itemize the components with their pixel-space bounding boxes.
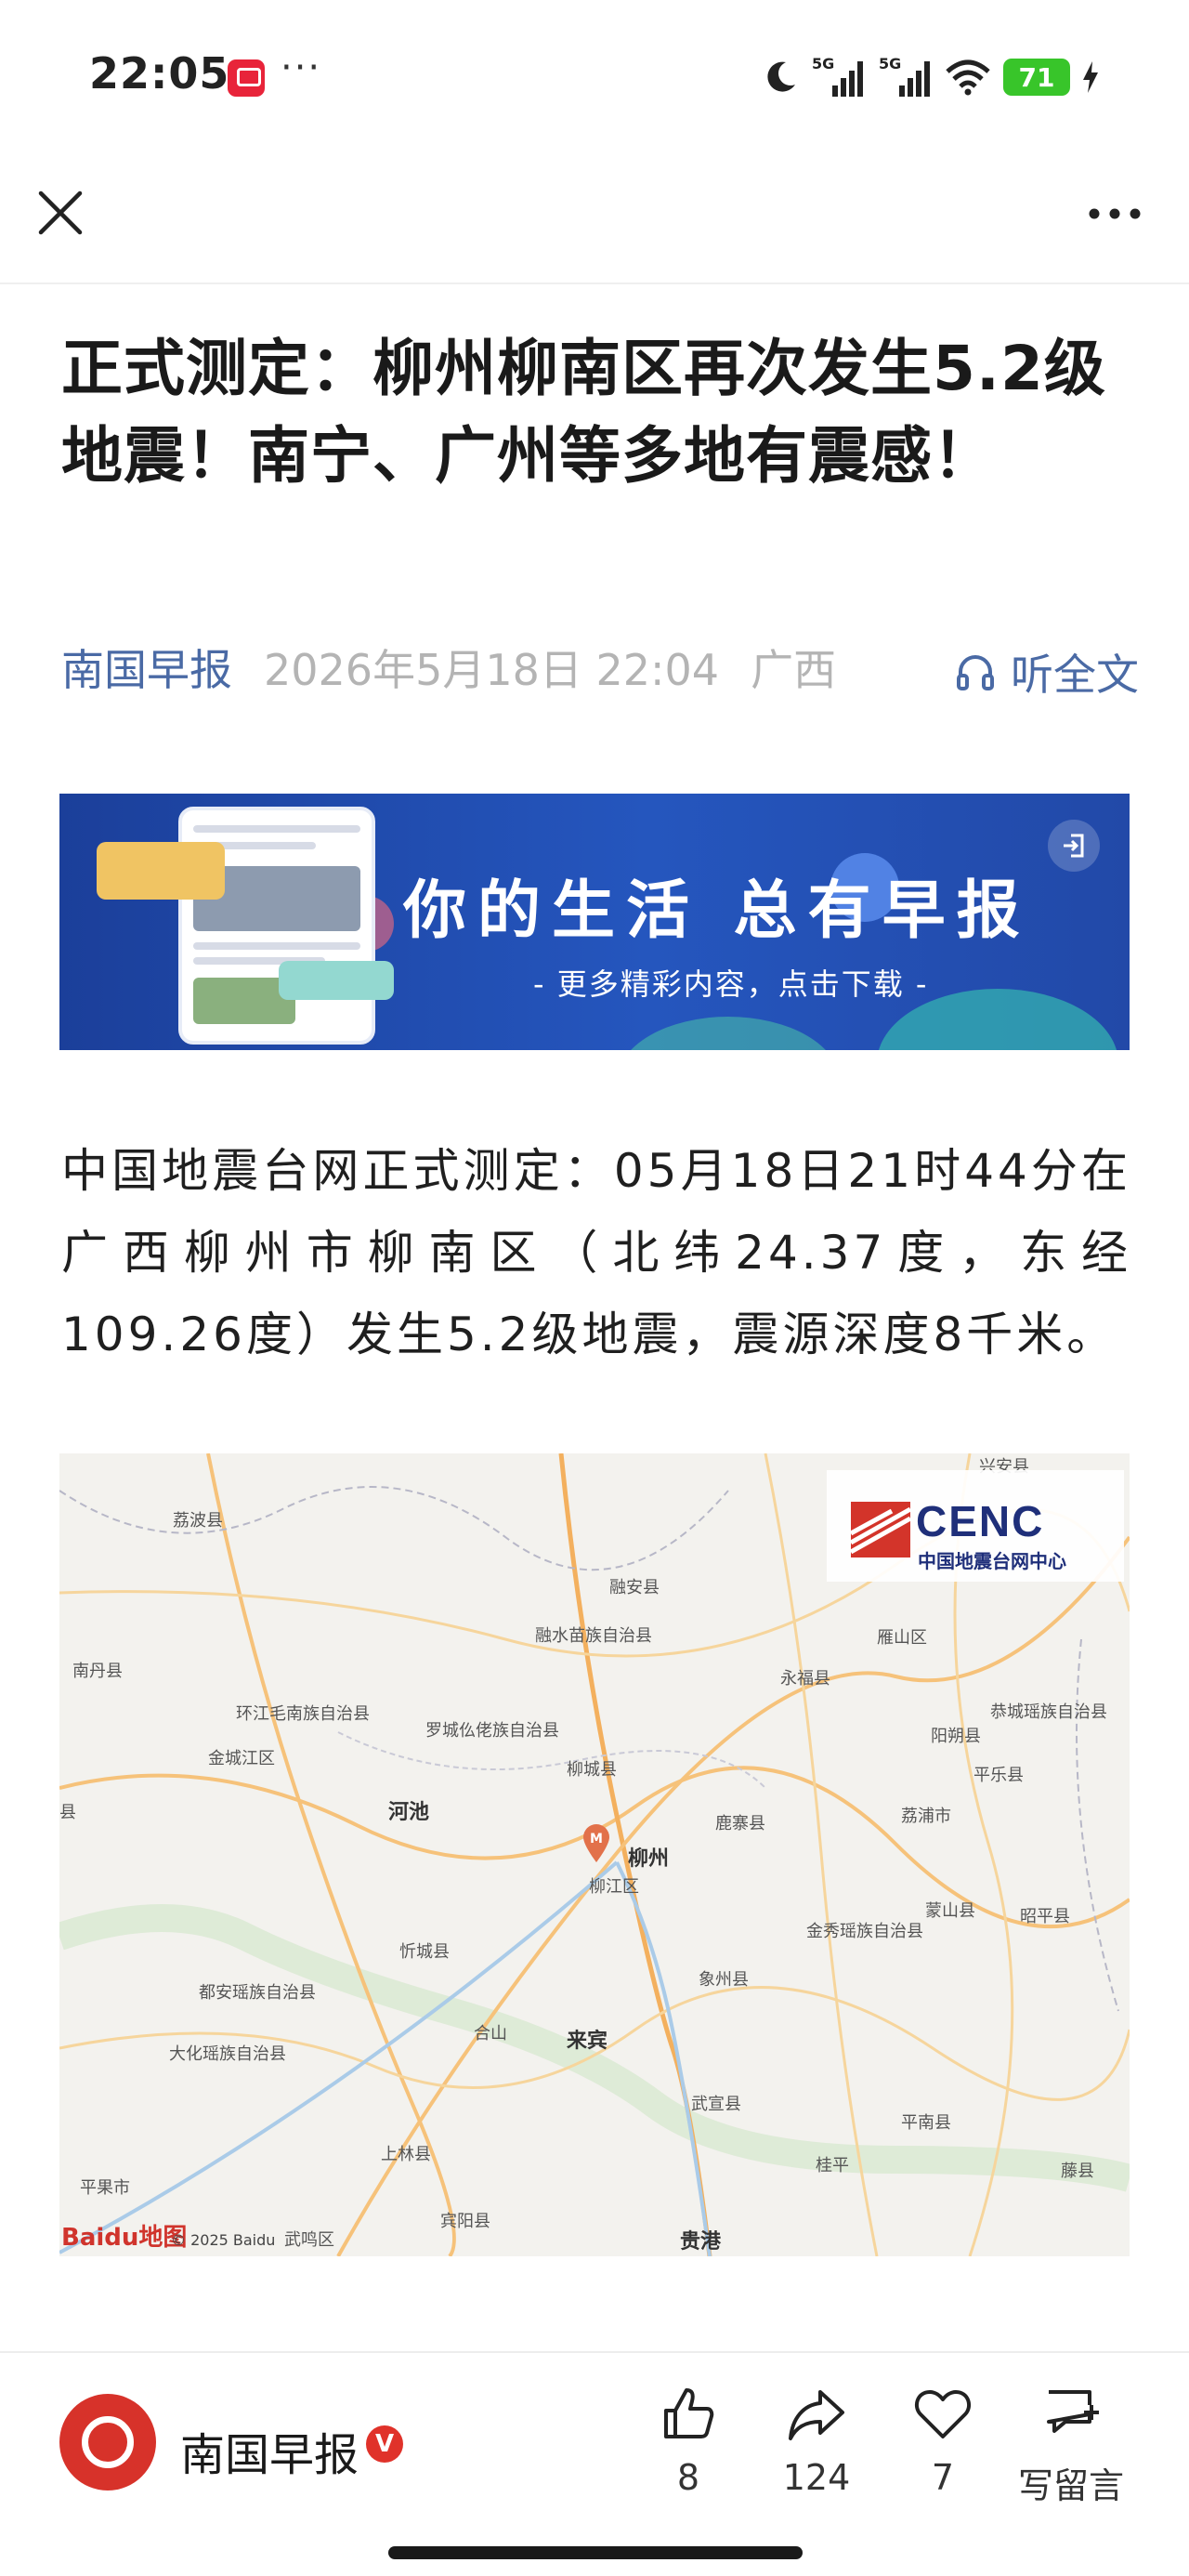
signal-icon: 5G: [812, 55, 863, 97]
download-app-banner[interactable]: 你的生活 总有早报 - 更多精彩内容，点击下载 -: [59, 794, 1130, 1050]
account-avatar[interactable]: [59, 2394, 156, 2491]
article-meta: 南国早报 2026年5月18日 22:04 广西 听全文: [61, 641, 1139, 700]
home-indicator[interactable]: [388, 2546, 803, 2559]
map-place-label: 象州县: [699, 1970, 749, 1990]
article-date: 2026年5月18日 22:04: [264, 645, 720, 695]
decorative-card: [97, 842, 225, 900]
map-city-label: 贵港: [680, 2230, 722, 2254]
app-notification-icon: [228, 59, 265, 97]
status-more-indicator: ···: [281, 46, 322, 89]
share-button[interactable]: 124: [756, 2385, 877, 2524]
charging-icon: [1083, 61, 1098, 93]
map-place-label: 藤县: [1061, 2162, 1094, 2181]
wifi-icon: [946, 59, 990, 96]
map-place-label: 雁山区: [877, 1628, 927, 1648]
map-place-label: 忻城县: [399, 1942, 450, 1962]
article-region: 广西: [751, 645, 837, 695]
map-place-label: 宾阳县: [440, 2212, 490, 2231]
map-place-label: 融水苗族自治县: [535, 1626, 652, 1646]
battery-icon: 71: [1003, 59, 1070, 96]
map-place-label: 荔浦市: [901, 1807, 951, 1826]
moon-icon: [767, 61, 795, 92]
map-place-label: 罗城仫佬族自治县: [425, 1721, 559, 1741]
cenc-chinese-name: 中国地震台网中心: [918, 1550, 1066, 1572]
signal-label: 5G: [812, 55, 834, 72]
banner-title: 你的生活 总有早报: [403, 874, 1031, 948]
favorite-count: 7: [931, 2457, 955, 2498]
epicenter-label: M: [590, 1832, 603, 1847]
baidu-map-logo: Baidu地图: [61, 2224, 188, 2252]
cenc-logo: CENC 中国地震台网中心: [827, 1470, 1124, 1582]
map-place-label: 蒙山县: [925, 1901, 975, 1921]
map-place-label: 昭平县: [1020, 1907, 1070, 1926]
status-bar: 22:05 ··· 5G 5G 71: [0, 0, 1189, 149]
map-place-label: 恭城瑶族自治县: [990, 1702, 1107, 1722]
article-source-link[interactable]: 南国早报: [61, 637, 232, 698]
map-place-label: 桂平: [816, 2156, 849, 2175]
map-place-label: 阳朔县: [931, 1727, 981, 1746]
map-place-label: 鹿寨县: [715, 1814, 765, 1833]
map-place-label: 平乐县: [973, 1766, 1024, 1785]
map-place-label: 平南县: [901, 2113, 951, 2133]
article-title: 正式测定：柳州柳南区再次发生5.2级地震！南宁、广州等多地有震感！: [61, 333, 1106, 492]
verified-badge: V: [366, 2425, 403, 2463]
thumbs-up-icon: [664, 2388, 714, 2438]
write-comment-label: 写留言: [1017, 2465, 1124, 2506]
map-place-label: 环江毛南族自治县: [236, 1704, 370, 1724]
share-count: 124: [782, 2457, 851, 2498]
cenc-emblem-icon: [851, 1502, 910, 1557]
map-place-label: 柳城县: [567, 1760, 617, 1780]
banner-open-icon[interactable]: [1048, 820, 1100, 872]
listen-label: 听全文: [1011, 650, 1139, 700]
map-place-label: 南丹县: [72, 1662, 123, 1681]
cenc-name: CENC: [916, 1497, 1045, 1545]
signal-label: 5G: [879, 55, 901, 72]
map-place-label: 河池: [388, 1801, 430, 1824]
heart-icon: [914, 2390, 972, 2438]
map-place-label: 融安县: [609, 1578, 660, 1597]
account-name[interactable]: 南国早报: [180, 2418, 359, 2483]
status-icons: 5G 5G 71: [762, 54, 1100, 100]
map-city-label: 来宾: [567, 2030, 608, 2053]
decorative-card: [279, 961, 394, 1000]
map-place-label: 都安瑶族自治县: [199, 1983, 316, 2003]
map-copyright: © 2025 Baidu: [171, 2231, 276, 2249]
map-place-label: 大化瑶族自治县: [169, 2044, 286, 2064]
headphones-icon: [957, 655, 994, 690]
close-icon[interactable]: [33, 186, 87, 240]
map-city-label: 柳州: [628, 1847, 670, 1871]
like-count: 8: [676, 2457, 700, 2498]
more-horizontal-icon[interactable]: [1085, 195, 1144, 232]
write-comment-button[interactable]: 写留言: [1011, 2385, 1131, 2524]
map-place-label: 武宣县: [691, 2095, 741, 2114]
map-place-label: 平果市: [80, 2178, 130, 2198]
comment-add-icon: [1047, 2390, 1099, 2433]
map-place-label: 柳江区: [589, 1877, 639, 1897]
top-nav-bar: [0, 149, 1189, 284]
map-place-label: 金秀瑶族自治县: [806, 1922, 923, 1941]
map-place-label: 永福县: [780, 1669, 830, 1689]
banner-subtitle: - 更多精彩内容，点击下载 -: [533, 966, 929, 1002]
map-place-label: 金城江区: [208, 1749, 275, 1768]
listen-button[interactable]: 听全文: [953, 641, 1139, 703]
status-time: 22:05: [89, 48, 230, 99]
epicenter-marker[interactable]: M: [581, 1823, 611, 1862]
bottom-action-bar: 南国早报 V 8 124 7 写留言: [0, 2351, 1189, 2576]
favorite-button[interactable]: 7: [882, 2385, 1003, 2524]
like-button[interactable]: 8: [628, 2385, 749, 2524]
article-body: 中国地震台网正式测定：05月18日21时44分在广西柳州市柳南区（北纬24.37…: [61, 1144, 1131, 1361]
map-place-label: 合山: [474, 2024, 507, 2044]
earthquake-map[interactable]: 荔波县 融安县 融水苗族自治县 南丹县 永福县 雁山区 环江毛南族自治县 罗城仫…: [59, 1453, 1130, 2256]
map-place-label: 荔波县: [173, 1511, 223, 1531]
share-icon: [789, 2390, 844, 2440]
map-place-label: 武鸣区: [284, 2230, 334, 2250]
map-place-label: 县: [59, 1803, 76, 1822]
map-place-label: 上林县: [381, 2145, 431, 2164]
signal-icon: 5G: [879, 55, 930, 97]
